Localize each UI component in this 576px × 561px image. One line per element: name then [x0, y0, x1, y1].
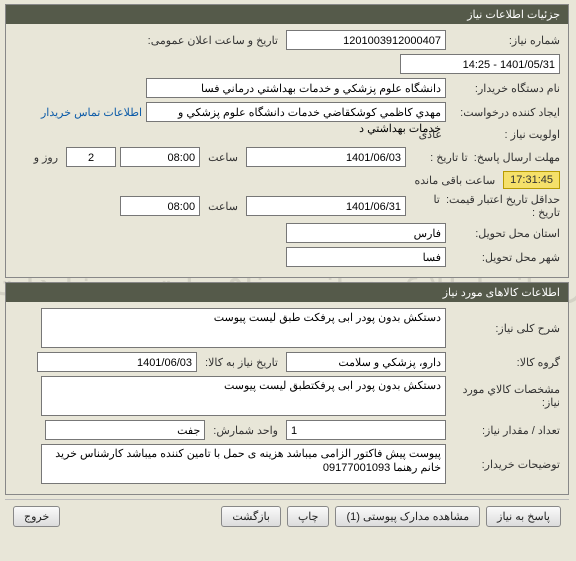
validity-label: حداقل تاریخ اعتبار قیمت: تا تاریخ : [411, 193, 561, 219]
goods-info-panel: اطلاعات کالاهای مورد نیاز شرح کلی نیاز: … [6, 282, 570, 495]
days-label: روز و [31, 151, 63, 164]
panel1-title: جزئیات اطلاعات نیاز [7, 5, 569, 24]
deadline-label: مهلت ارسال پاسخ: تا تاریخ : [411, 151, 561, 164]
buyer-name-label: نام دستگاه خریدار: [451, 82, 561, 95]
unit-label: واحد شمارش: [210, 424, 283, 437]
notes-label: توضیحات خریدار: [451, 458, 561, 471]
back-button[interactable]: بازگشت [222, 506, 282, 527]
qty-label: تعداد / مقدار نیاز: [451, 424, 561, 437]
province-label: استان محل تحویل: [451, 227, 561, 240]
province-field: فارس [287, 223, 447, 243]
need-no-label: شماره نیاز: [451, 34, 561, 47]
creator-label: ایجاد کننده درخواست: [451, 106, 561, 119]
print-button[interactable]: چاپ [288, 506, 331, 527]
desc-label: شرح کلی نیاز: [451, 322, 561, 335]
validity-date-field: 1401/06/31 [247, 196, 407, 216]
unit-field: جفت [46, 420, 206, 440]
need-date-label: تاریخ نیاز به کالا: [202, 356, 283, 369]
time-label-2: ساعت [205, 200, 243, 213]
days-field: 2 [67, 147, 117, 167]
deadline-time-field: 08:00 [121, 147, 201, 167]
countdown-badge: 17:31:45 [504, 171, 561, 189]
group-field: دارو، پزشكي و سلامت [287, 352, 447, 372]
time-label-1: ساعت [205, 151, 243, 164]
exit-button[interactable]: خروج [14, 506, 61, 527]
remain-label: ساعت باقی مانده [411, 174, 500, 187]
need-no-field: 1201003912000407 [287, 30, 447, 50]
spec-label: مشخصات کالاي مورد نیاز: [451, 383, 561, 409]
buyer-name-field: دانشگاه علوم پزشکي و خدمات بهداشتي درمان… [147, 78, 447, 98]
priority-label: اولویت نیاز : [451, 128, 561, 141]
city-label: شهر محل تحویل: [451, 251, 561, 264]
creator-field: مهدي كاظمي كوشكقاضي خدمات دانشگاه علوم پ… [147, 102, 447, 122]
group-label: گروه کالا: [451, 356, 561, 369]
desc-field: دستکش بدون پودر ابی پرفکت طبق لیست پیوست [42, 308, 447, 348]
button-bar: پاسخ به نیاز مشاهده مدارک پیوستی (1) چاپ… [6, 499, 570, 533]
notes-field: پیوست پیش فاکتور الزامی میباشد هزینه ی ح… [42, 444, 447, 484]
reply-button[interactable]: پاسخ به نیاز [487, 506, 562, 527]
spec-field: دستکش بدون پودر ابی پرفکتطبق لیست پیوست [42, 376, 447, 416]
city-field: فسا [287, 247, 447, 267]
need-date-field: 1401/06/03 [38, 352, 198, 372]
attachments-button[interactable]: مشاهده مدارک پیوستی (1) [336, 506, 481, 527]
priority-value: عادی [416, 126, 447, 143]
contact-link[interactable]: اطلاعات تماس خریدار [42, 106, 143, 119]
validity-time-field: 08:00 [121, 196, 201, 216]
need-details-panel: جزئیات اطلاعات نیاز شماره نیاز: 12010039… [6, 4, 570, 278]
announce-field: 1401/05/31 - 14:25 [401, 54, 561, 74]
announce-label: تاریخ و ساعت اعلان عمومی: [145, 34, 283, 47]
deadline-date-field: 1401/06/03 [247, 147, 407, 167]
panel2-title: اطلاعات کالاهای مورد نیاز [7, 283, 569, 302]
qty-field: 1 [287, 420, 447, 440]
